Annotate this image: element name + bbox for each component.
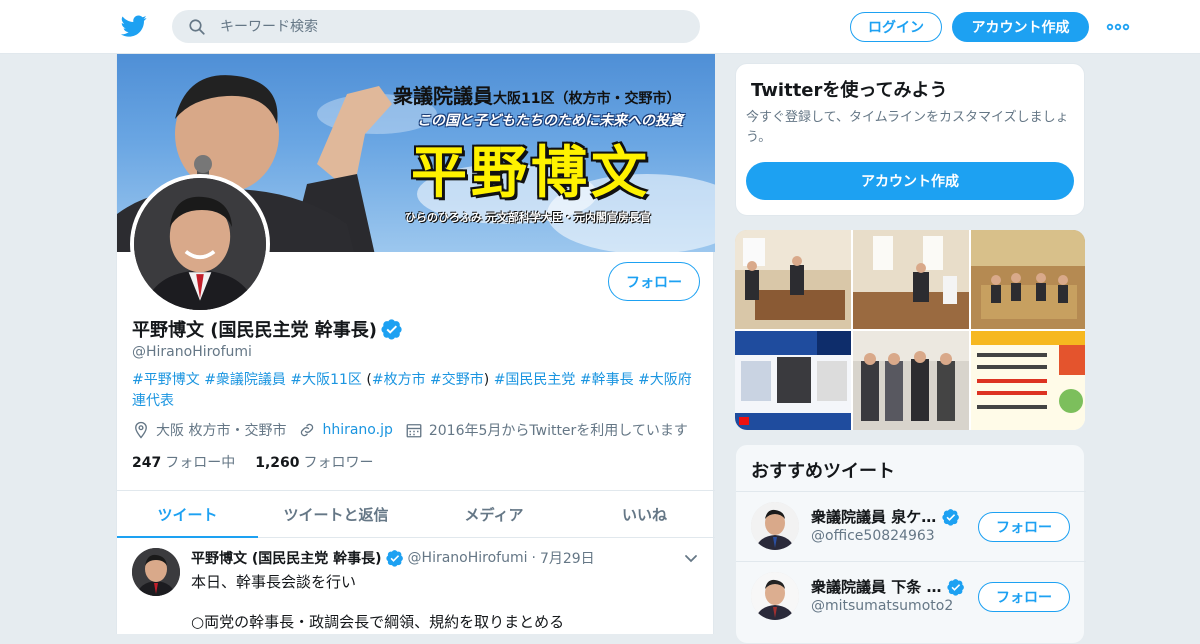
twitter-logo-icon[interactable] [120,13,148,39]
tweet-avatar[interactable] [132,548,180,596]
hashtag-link[interactable]: #平野博文 [132,372,200,388]
bio-text: ( [361,372,372,388]
following-stat[interactable]: 247 フォロー中 [132,452,235,472]
media-grid [735,230,1085,430]
followers-stat[interactable]: 1,260 フォロワー [255,452,373,472]
login-button[interactable]: ログイン [850,12,942,42]
banner-subtitle: ひらのひろふみ 元文部科学大臣・元内閣官房長官 [405,211,651,224]
calendar-icon [406,424,422,438]
recommended-handle: @office50824963 [811,528,935,544]
verified-badge-icon [942,508,960,526]
tab-likes[interactable]: いいね [574,491,715,537]
media-thumbnail[interactable] [735,230,851,329]
website-link[interactable]: hhirano.jp [322,422,392,438]
hashtag-link[interactable]: #枚方市 [372,372,426,388]
verified-badge-icon [947,578,965,596]
search-icon [189,19,205,35]
media-thumbnail[interactable] [735,331,851,430]
media-thumbnail[interactable] [971,331,1085,430]
tweet[interactable]: 平野博文 (国民民主党 幹事長) @HiranoHirofumi · 7月29日… [117,538,715,638]
link-icon [301,423,314,437]
tweet-date[interactable]: 7月29日 [540,548,595,568]
recommended-follow-button[interactable]: フォロー [978,512,1070,542]
recommended-account[interactable]: 衆議院議員 下条 … @mitsumatsumoto2 フォロー [736,561,1086,631]
tweet-text: 本日、幹事長会談を行い ○両党の幹事長・政調会長で綱領、規約を取りまとめる [191,573,565,631]
recommended-title: おすすめツイート [751,461,895,482]
banner-slogan: この国と子どもたちのために未来への投資 [417,113,683,129]
more-options-icon[interactable] [1106,18,1130,36]
recommended-follow-button[interactable]: フォロー [978,582,1070,612]
recommended-name[interactable]: 衆議院議員 泉ケ… [811,506,960,527]
media-thumbnail[interactable] [853,230,969,329]
tab-tweets[interactable]: ツイート [117,491,258,538]
chevron-down-icon[interactable] [683,550,699,566]
recommended-handle: @mitsumatsumoto2 [811,598,954,614]
profile-stats: 247 フォロー中 1,260 フォロワー [132,452,374,472]
location: 大阪 枚方市・交野市 [132,420,286,440]
hashtag-link[interactable]: #幹事長 [580,372,634,388]
tab-tweets-replies[interactable]: ツイートと返信 [258,491,414,537]
signup-prompt-title: Twitterを使ってみよう [751,80,948,101]
recommended-avatar[interactable] [751,572,799,620]
signup-prompt-description: 今すぐ登録して、タイムラインをカスタマイズしましょう。 [746,110,1069,145]
profile-card: 衆議院議員大阪11区（枚方市・交野市） この国と子どもたちのために未来への投資 … [116,54,715,634]
sidebar-signup-button[interactable]: アカウント作成 [746,162,1074,200]
recommended-tweets: おすすめツイート 衆議院議員 泉ケ… @office50824963 フォロー … [735,444,1086,644]
verified-badge-icon [381,319,402,340]
signup-button[interactable]: アカウント作成 [952,12,1089,42]
signup-prompt-card: Twitterを使ってみよう 今すぐ登録して、タイムラインをカスタマイズしましょ… [735,63,1085,216]
banner-name: 平野博文 [411,141,651,206]
recommended-account[interactable]: 衆議院議員 泉ケ… @office50824963 フォロー [736,491,1086,561]
tweet-author-handle[interactable]: @HiranoHirofumi [408,550,528,566]
recommended-name[interactable]: 衆議院議員 下条 … [811,576,965,597]
profile-handle: @HiranoHirofumi [132,344,252,360]
hashtag-link[interactable]: #国民民主党 [494,372,576,388]
search-box[interactable] [172,10,700,43]
profile-bio: #平野博文 #衆議院議員 #大阪11区 (#枚方市 #交野市) #国民民主党 #… [132,370,702,412]
top-bar: ログイン アカウント作成 [0,0,1200,54]
hashtag-link[interactable]: #交野市 [430,372,484,388]
profile-tabs: ツイート ツイートと返信 メディア いいね [117,490,715,538]
banner-title: 衆議院議員大阪11区（枚方市・交野市） [393,84,681,108]
profile-avatar[interactable] [130,174,270,314]
hashtag-link[interactable]: #衆議院議員 [204,372,286,388]
hashtag-link[interactable]: #大阪11区 [290,372,362,388]
location-pin-icon [135,421,147,439]
verified-badge-icon [385,550,403,567]
website[interactable]: hhirano.jp [298,421,393,439]
follow-button[interactable]: フォロー [608,262,700,301]
recommended-avatar[interactable] [751,502,799,550]
join-date: 2016年5月からTwitterを利用しています [405,420,688,440]
bio-text: ) [483,372,494,388]
media-thumbnail[interactable] [971,230,1085,329]
search-input[interactable] [220,10,680,43]
profile-meta: 大阪 枚方市・交野市 hhirano.jp 2016年5月からTwitterを利… [132,420,700,440]
media-thumbnail[interactable] [853,331,969,430]
tab-media[interactable]: メディア [414,491,574,537]
profile-name: 平野博文 (国民民主党 幹事長) [132,316,403,342]
tweet-author-name[interactable]: 平野博文 (国民民主党 幹事長) [191,548,382,568]
tweet-header: 平野博文 (国民民主党 幹事長) @HiranoHirofumi · 7月29日 [191,548,595,568]
